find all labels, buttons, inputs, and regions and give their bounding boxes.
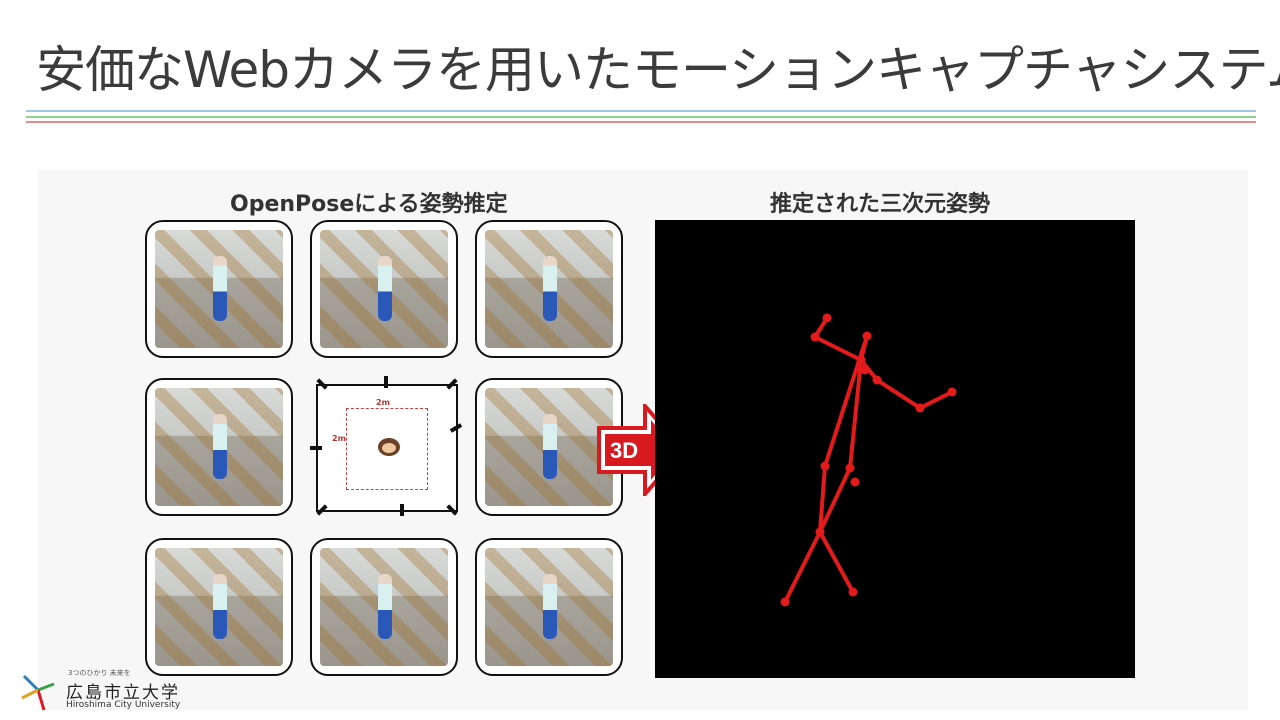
- skeleton-joint: [947, 387, 957, 397]
- camera-marker-icon: [400, 504, 404, 516]
- skeleton-joint: [822, 313, 832, 323]
- logo-motto: 3つのひかり 未来を: [68, 669, 131, 677]
- camera-photo: [485, 548, 613, 666]
- openpose-heading: OpenPoseによる姿勢推定: [230, 192, 508, 217]
- camera-view-4: [145, 378, 293, 516]
- camera-view-1: [145, 220, 293, 358]
- camera-marker-icon: [384, 376, 388, 388]
- camera-photo: [485, 388, 613, 506]
- skeleton-joint: [850, 477, 860, 487]
- skeleton-bone: [918, 390, 954, 410]
- skeleton-joint: [860, 365, 870, 375]
- capture-arena-diagram: 2m 2m: [310, 376, 463, 516]
- camera-photo: [320, 548, 448, 666]
- skeleton-joint: [820, 461, 830, 471]
- skeleton-bone: [813, 335, 863, 362]
- 3d-pose-viewer: [655, 220, 1135, 678]
- arena-height-label: 2m: [332, 434, 346, 443]
- university-emblem-icon: [21, 674, 55, 711]
- camera-view-6: [145, 538, 293, 676]
- camera-photo: [485, 230, 613, 348]
- skeleton-joint: [845, 463, 855, 473]
- skeleton-joint: [848, 587, 858, 597]
- camera-view-7: [310, 538, 458, 676]
- arena-width-label: 2m: [376, 398, 390, 407]
- skeleton-bone: [818, 530, 855, 594]
- 3d-arrow-label: 3D: [610, 438, 639, 463]
- skeleton-joint: [810, 332, 820, 342]
- university-logo: 3つのひかり 未来を 広島市立大学 Hiroshima City Univers…: [18, 664, 188, 714]
- camera-photo: [320, 230, 448, 348]
- subject-top-view-icon: [378, 438, 400, 456]
- title-divider-green: [26, 116, 1256, 118]
- title-divider-blue: [26, 110, 1256, 112]
- skeleton-joint: [872, 375, 882, 385]
- camera-photo: [155, 388, 283, 506]
- skeleton-bone: [783, 530, 822, 604]
- camera-photo: [155, 548, 283, 666]
- skeleton-joint: [815, 527, 825, 537]
- title-divider-red: [26, 121, 1256, 123]
- camera-view-2: [310, 220, 458, 358]
- slide-title: 安価なWebカメラを用いたモーションキャプチャシステム: [36, 41, 1280, 99]
- camera-marker-icon: [310, 446, 322, 450]
- skeleton-joint: [856, 355, 866, 365]
- 3d-skeleton: [780, 313, 957, 607]
- logo-name-en: Hiroshima City University: [66, 700, 181, 710]
- camera-view-8: [475, 538, 623, 676]
- skeleton-joint: [780, 597, 790, 607]
- 3d-pose-heading: 推定された三次元姿勢: [770, 192, 991, 217]
- skeleton-joint: [862, 331, 872, 341]
- camera-view-3: [475, 220, 623, 358]
- camera-photo: [155, 230, 283, 348]
- skeleton-bone: [875, 378, 922, 410]
- skeleton-joint: [915, 403, 925, 413]
